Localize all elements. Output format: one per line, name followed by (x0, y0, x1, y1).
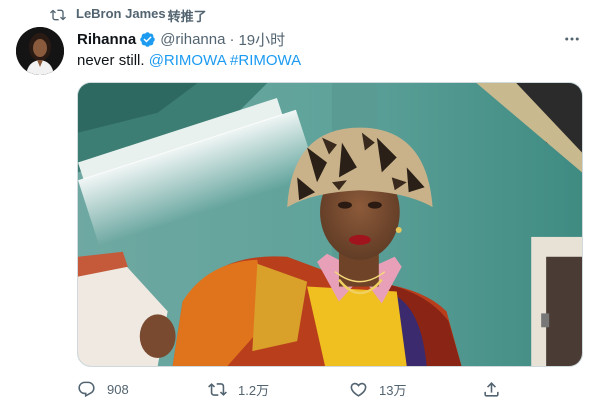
tweet-text: never still. @RIMOWA #RIMOWA (77, 51, 301, 71)
photo-image (78, 83, 582, 366)
author-name[interactable]: Rihanna (77, 31, 136, 48)
tweet-actions: 908 1.2万 13万 (77, 378, 507, 400)
share-icon (484, 381, 499, 397)
tweet-timestamp[interactable]: 19小时 (238, 29, 285, 50)
reply-count: 908 (107, 381, 129, 397)
reply-button[interactable]: 908 (77, 380, 129, 399)
retweet-suffix: 转推了 (167, 8, 207, 24)
more-options-icon (565, 37, 579, 41)
retweet-button[interactable]: 1.2万 (208, 380, 269, 399)
tweet-media-photo[interactable] (77, 82, 583, 367)
verified-badge-icon (140, 31, 155, 47)
author-handle[interactable]: @rihanna (160, 31, 225, 48)
reply-icon (78, 381, 95, 397)
more-options-button[interactable] (562, 29, 582, 49)
avatar-image (16, 27, 64, 75)
share-button[interactable] (482, 380, 512, 399)
like-icon (350, 382, 367, 397)
author-avatar[interactable] (16, 27, 64, 75)
retweet-banner: LeBron James 转推了 (50, 6, 207, 24)
like-button[interactable]: 13万 (349, 380, 406, 399)
retweet-count: 1.2万 (238, 382, 270, 398)
mention-link[interactable]: @RIMOWA (149, 52, 226, 69)
retweeter-name[interactable]: LeBron James (76, 6, 166, 25)
hashtag-link[interactable]: #RIMOWA (230, 52, 301, 69)
retweet-icon (208, 382, 227, 396)
tweet-header: Rihanna @rihanna · 19小时 (77, 29, 582, 49)
retweet-icon (50, 9, 66, 21)
like-count: 13万 (379, 382, 407, 398)
tweet-body: never still. (77, 52, 149, 69)
separator-dot: · (229, 30, 235, 48)
